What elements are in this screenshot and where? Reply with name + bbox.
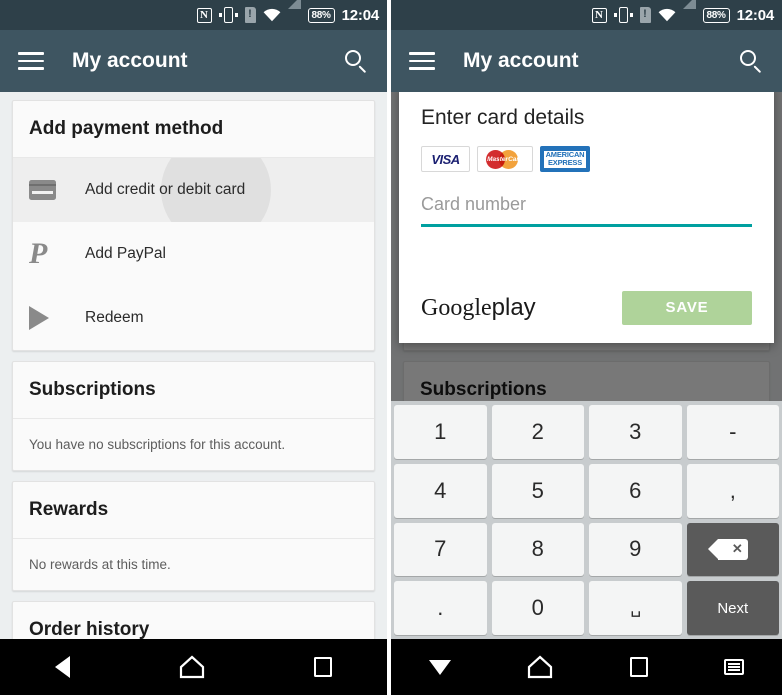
add-credit-card-label: Add credit or debit card [85, 181, 246, 198]
play-triangle-icon [29, 306, 73, 330]
rewards-empty-text: No rewards at this time. [29, 557, 171, 572]
wifi-icon [263, 8, 281, 22]
key-space[interactable]: ␣ [589, 581, 682, 635]
account-content: Add payment method Add credit or debit c… [0, 92, 387, 660]
left-phone-screen: N ! 88% 12:04 My account Add payment met… [0, 0, 391, 695]
numeric-keyboard: 1 2 3 - 4 5 6 , 7 8 9 ✕ . 0 ␣ Next [391, 401, 782, 639]
key-6[interactable]: 6 [589, 463, 682, 518]
key-hyphen[interactable]: - [686, 405, 779, 459]
credit-card-icon [29, 180, 73, 200]
card-number-underline [421, 224, 752, 227]
backspace-icon: ✕ [707, 538, 748, 560]
add-paypal-label: Add PayPal [85, 245, 166, 262]
rewards-header: Rewards [13, 482, 374, 539]
key-period[interactable]: . [394, 581, 487, 635]
google-play-logo: Googleplay [421, 293, 536, 321]
sim-alert-icon: ! [244, 7, 256, 23]
status-clock: 12:04 [341, 6, 380, 24]
rewards-card: Rewards No rewards at this time. [12, 481, 375, 591]
key-5[interactable]: 5 [491, 463, 584, 518]
amex-logo-icon: AMERICAN EXPRESS [540, 146, 590, 172]
nfc-icon: N [196, 7, 212, 23]
page-title: My account [463, 49, 579, 72]
mastercard-logo-icon: MasterCard [477, 146, 533, 172]
nav-back-button[interactable] [54, 656, 70, 678]
nav-switch-keyboard-button[interactable] [723, 659, 744, 675]
signal-icon [682, 0, 696, 22]
key-3[interactable]: 3 [589, 405, 682, 459]
accepted-card-brands: VISA MasterCard AMERICAN EXPRESS [421, 146, 752, 172]
status-bar: N ! 88% 12:04 [391, 0, 782, 30]
nfc-icon: N [591, 7, 607, 23]
search-icon[interactable] [738, 48, 764, 74]
system-navigation-bar-left [0, 639, 387, 695]
nav-home-button[interactable] [527, 655, 553, 679]
search-icon[interactable] [343, 48, 369, 74]
app-toolbar: My account [391, 30, 782, 92]
wifi-icon [658, 8, 676, 22]
key-1[interactable]: 1 [394, 405, 487, 459]
redeem-label: Redeem [85, 309, 144, 326]
subscriptions-empty-text: You have no subscriptions for this accou… [29, 437, 286, 452]
dual-screenshot-container: N ! 88% 12:04 My account Add payment met… [0, 0, 782, 695]
key-9[interactable]: 9 [589, 522, 682, 577]
card-number-placeholder: Card number [421, 194, 527, 214]
nav-hide-keyboard-button[interactable] [429, 659, 452, 675]
key-comma[interactable]: , [686, 463, 779, 518]
visa-logo-icon: VISA [421, 146, 470, 172]
vibrate-icon [218, 7, 238, 23]
key-2[interactable]: 2 [491, 405, 584, 459]
nav-recents-button[interactable] [629, 657, 648, 677]
status-clock: 12:04 [736, 6, 775, 24]
nav-recents-button[interactable] [314, 657, 333, 677]
paypal-icon: P [29, 237, 48, 270]
enter-card-details-dialog: Enter card details VISA MasterCard AMERI… [399, 86, 774, 343]
key-7[interactable]: 7 [394, 522, 487, 577]
key-8[interactable]: 8 [491, 522, 584, 577]
status-bar: N ! 88% 12:04 [0, 0, 387, 30]
add-payment-method-card: Add payment method Add credit or debit c… [12, 100, 375, 351]
vibrate-icon [613, 7, 633, 23]
dialog-title: Enter card details [421, 106, 585, 129]
battery-icon: 88% [702, 7, 730, 23]
key-backspace[interactable]: ✕ [686, 522, 779, 577]
subscriptions-card: Subscriptions You have no subscriptions … [12, 361, 375, 471]
sim-alert-icon: ! [639, 7, 651, 23]
key-next[interactable]: Next [686, 581, 779, 635]
right-phone-screen: N ! 88% 12:04 My account Enter card deta… [391, 0, 782, 695]
add-paypal-row[interactable]: P Add PayPal [13, 222, 374, 286]
redeem-row[interactable]: Redeem [13, 286, 374, 350]
hamburger-menu-icon[interactable] [409, 52, 435, 70]
system-navigation-bar-right [391, 639, 782, 695]
hamburger-menu-icon[interactable] [18, 52, 44, 70]
battery-icon: 88% [307, 7, 335, 23]
key-4[interactable]: 4 [394, 463, 487, 518]
add-payment-method-header: Add payment method [13, 101, 374, 158]
signal-icon [287, 0, 301, 22]
card-number-field[interactable]: Card number [421, 194, 752, 227]
page-title: My account [72, 49, 188, 72]
space-bar-glyph: ␣ [630, 598, 641, 618]
dialog-footer: Googleplay SAVE [421, 290, 752, 325]
nav-home-button[interactable] [179, 655, 205, 679]
key-0[interactable]: 0 [491, 581, 584, 635]
add-credit-card-row[interactable]: Add credit or debit card [13, 158, 374, 222]
subscriptions-header: Subscriptions [13, 362, 374, 419]
save-button[interactable]: SAVE [622, 290, 752, 325]
app-toolbar: My account [0, 30, 387, 92]
